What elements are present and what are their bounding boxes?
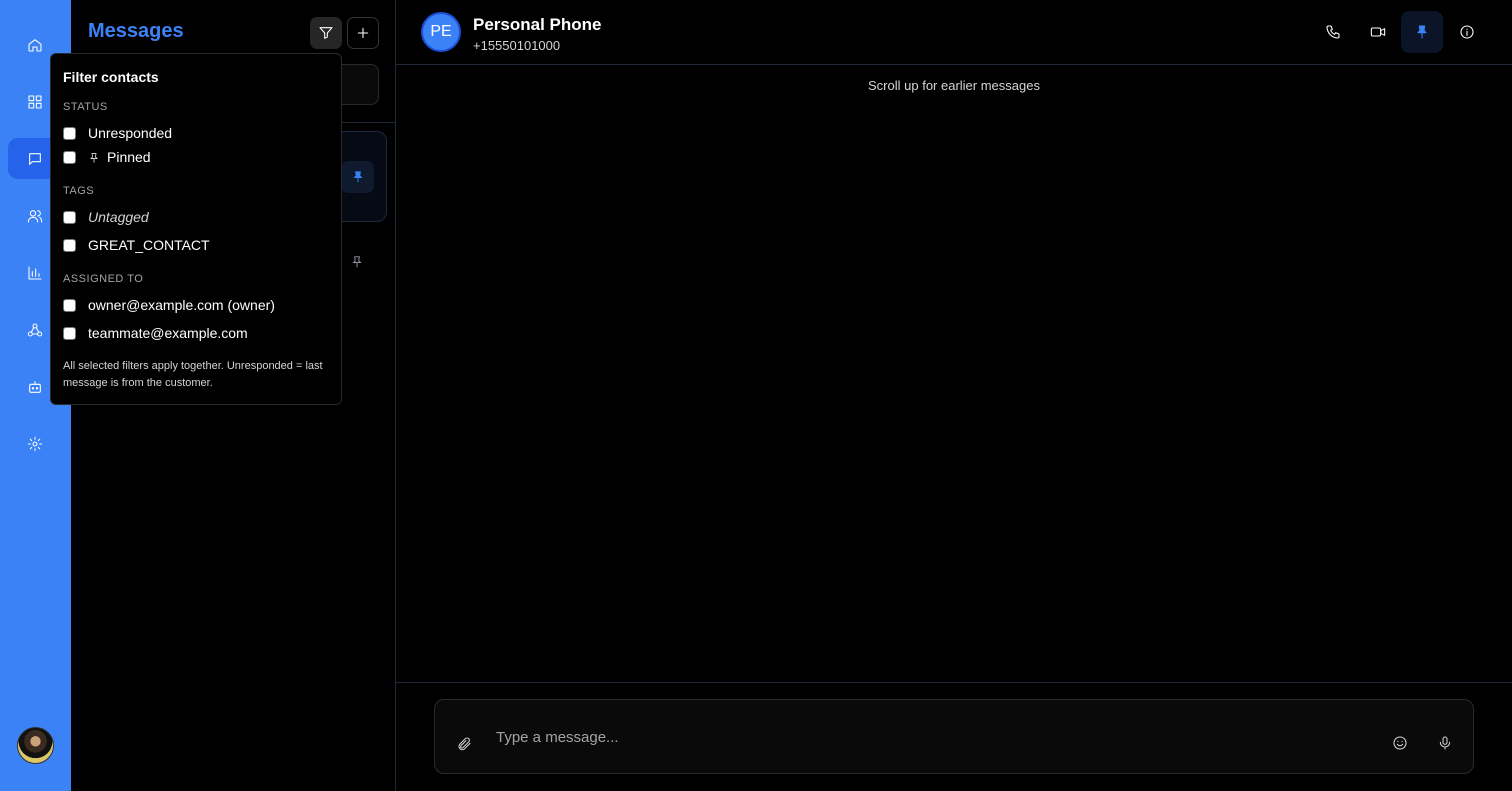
scroll-up-hint: Scroll up for earlier messages (868, 78, 1040, 93)
pin-toggle-button[interactable] (341, 161, 374, 193)
assigned-heading: ASSIGNED TO (63, 273, 144, 285)
home-icon (28, 38, 42, 52)
settings-icon (27, 436, 43, 451)
option-label: teammate@example.com (88, 325, 248, 341)
video-call-button[interactable] (1357, 11, 1399, 53)
video-icon (1370, 27, 1386, 37)
new-conversation-button[interactable] (347, 17, 379, 49)
pin-conversation-button[interactable] (1401, 11, 1443, 53)
emoji-button[interactable] (1391, 734, 1409, 752)
status-heading: STATUS (63, 101, 108, 113)
checkbox[interactable] (63, 326, 76, 340)
messages-icon (29, 152, 41, 165)
message-input[interactable] (496, 724, 1376, 750)
voice-message-button[interactable] (1436, 734, 1454, 752)
pin-icon (88, 151, 100, 163)
option-label: Pinned (107, 149, 151, 165)
checkbox[interactable] (63, 298, 76, 312)
user-avatar[interactable] (17, 727, 54, 764)
filter-option-unresponded[interactable]: Unresponded (63, 125, 172, 141)
option-label: Unresponded (88, 125, 173, 141)
attach-button[interactable] (455, 735, 473, 753)
popover-title: Filter contacts (63, 69, 159, 85)
filter-option-teammate[interactable]: teammate@example.com (63, 325, 248, 341)
checkbox[interactable] (63, 126, 76, 140)
filter-option-pinned[interactable]: Pinned (63, 149, 151, 165)
contact-name: Personal Phone (473, 15, 602, 34)
filter-icon (319, 27, 333, 39)
analytics-icon (28, 265, 42, 280)
microphone-icon (1439, 736, 1451, 750)
checkbox[interactable] (63, 150, 76, 164)
paperclip-icon (458, 737, 471, 751)
filter-option-untagged[interactable]: Untagged (63, 209, 149, 225)
pin-icon (352, 256, 362, 268)
filter-option-great-contact[interactable]: GREAT_CONTACT (63, 237, 210, 253)
info-button[interactable] (1446, 11, 1488, 53)
filter-note: All selected filters apply together. Unr… (63, 360, 323, 389)
nav-settings[interactable] (8, 423, 62, 464)
emoji-icon (1393, 736, 1407, 750)
option-label: GREAT_CONTACT (88, 237, 210, 253)
tags-heading: TAGS (63, 185, 95, 197)
divider (396, 682, 1512, 683)
chat-header: PE Personal Phone +15550101000 (396, 0, 1512, 65)
plus-icon (357, 27, 369, 39)
contact-phone: +15550101000 (473, 38, 561, 53)
filter-button[interactable] (310, 17, 342, 49)
filter-popover: Filter contacts STATUS Unresponded Pinne… (50, 53, 342, 405)
info-icon (1460, 25, 1474, 39)
pin-icon (352, 171, 363, 183)
pin-toggle-button[interactable] (350, 255, 366, 271)
bot-icon (29, 380, 41, 393)
checkbox[interactable] (63, 210, 76, 224)
option-label: owner@example.com (owner) (88, 297, 275, 313)
webhooks-icon (27, 322, 43, 337)
chat-panel: PE Personal Phone +15550101000 Scroll up… (396, 0, 1512, 791)
dashboard-icon (28, 94, 42, 109)
contacts-title: Messages (88, 20, 184, 42)
phone-icon (1326, 25, 1340, 39)
contact-avatar: PE (421, 12, 461, 52)
option-label: Untagged (88, 209, 149, 225)
checkbox[interactable] (63, 238, 76, 252)
app-root: Messages Filter contacts STATUS Unrespon… (0, 0, 1512, 791)
call-button[interactable] (1312, 11, 1354, 53)
message-composer (434, 699, 1474, 774)
filter-option-owner[interactable]: owner@example.com (owner) (63, 297, 275, 313)
pin-icon (1417, 25, 1427, 39)
contacts-icon (27, 209, 43, 223)
